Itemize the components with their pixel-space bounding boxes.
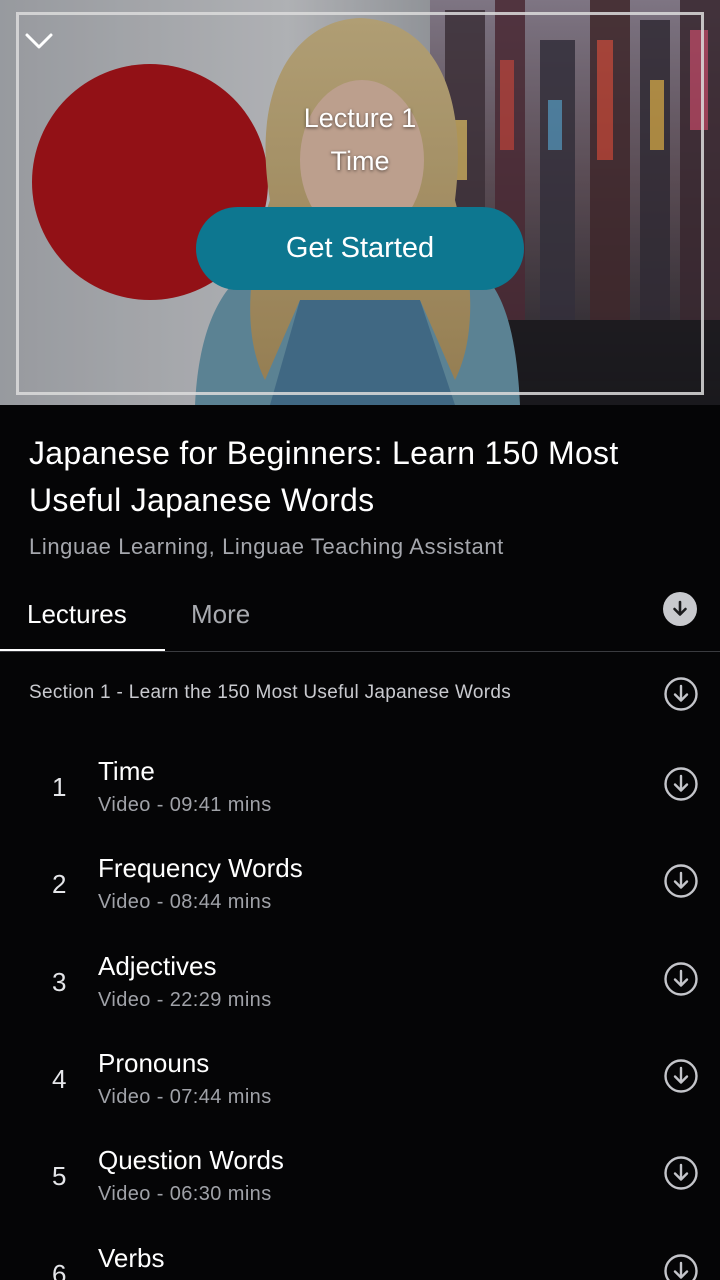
lecture-number: 1 bbox=[52, 772, 67, 802]
download-icon bbox=[664, 864, 698, 898]
download-icon bbox=[664, 1254, 698, 1280]
lecture-item[interactable]: 4 Pronouns Video - 07:44 mins bbox=[0, 1036, 720, 1126]
lecture-meta: Video - 09:41 mins bbox=[98, 794, 272, 816]
lecture-item[interactable]: 5 Question Words Video - 06:30 mins bbox=[0, 1133, 720, 1223]
hero-frame bbox=[16, 12, 704, 395]
download-all-button[interactable] bbox=[663, 592, 697, 626]
course-authors: Linguae Learning, Linguae Teaching Assis… bbox=[29, 534, 504, 559]
download-icon bbox=[664, 677, 698, 711]
tab-lectures[interactable]: Lectures bbox=[27, 599, 127, 630]
current-lecture-title: Time bbox=[330, 146, 390, 176]
course-hero[interactable]: Lecture 1 Time Get Started bbox=[0, 0, 720, 405]
lecture-number: 6 bbox=[52, 1259, 67, 1280]
lecture-item[interactable]: 2 Frequency Words Video - 08:44 mins bbox=[0, 841, 720, 931]
lecture-title: Verbs bbox=[98, 1243, 165, 1273]
lecture-meta: Video - 07:44 mins bbox=[98, 1086, 272, 1108]
chevron-down-icon bbox=[25, 33, 53, 49]
section-title: Section 1 - Learn the 150 Most Useful Ja… bbox=[29, 682, 512, 703]
lecture-download-button[interactable] bbox=[663, 1253, 699, 1280]
download-icon bbox=[664, 962, 698, 996]
download-icon bbox=[664, 767, 698, 801]
lecture-title: Adjectives bbox=[98, 951, 217, 981]
lecture-title: Time bbox=[98, 756, 155, 786]
lecture-meta: Video - 08:44 mins bbox=[98, 891, 272, 913]
tab-more[interactable]: More bbox=[191, 599, 250, 630]
get-started-button[interactable]: Get Started bbox=[196, 207, 524, 290]
download-icon bbox=[664, 1059, 698, 1093]
current-lecture-number: Lecture 1 bbox=[303, 103, 417, 133]
lecture-meta: Video - 22:29 mins bbox=[98, 989, 272, 1011]
lecture-download-button[interactable] bbox=[663, 863, 699, 899]
lecture-number: 4 bbox=[52, 1064, 67, 1094]
lecture-download-button[interactable] bbox=[663, 1058, 699, 1094]
lecture-title: Question Words bbox=[98, 1145, 284, 1175]
collapse-button[interactable] bbox=[22, 26, 56, 56]
section-header: Section 1 - Learn the 150 Most Useful Ja… bbox=[0, 672, 720, 718]
course-title: Japanese for Beginners: Learn 150 Most U… bbox=[29, 435, 619, 518]
lecture-download-button[interactable] bbox=[663, 961, 699, 997]
lecture-number: 2 bbox=[52, 869, 67, 899]
lecture-download-button[interactable] bbox=[663, 1155, 699, 1191]
lecture-item[interactable]: 1 Time Video - 09:41 mins bbox=[0, 744, 720, 834]
lecture-number: 5 bbox=[52, 1161, 67, 1191]
lecture-download-button[interactable] bbox=[663, 766, 699, 802]
tabs-divider bbox=[0, 651, 720, 652]
lecture-meta: Video - 06:30 mins bbox=[98, 1183, 272, 1205]
section-download-button[interactable] bbox=[663, 676, 699, 712]
lecture-item[interactable]: 3 Adjectives Video - 22:29 mins bbox=[0, 939, 720, 1029]
lecture-number: 3 bbox=[52, 967, 67, 997]
course-tabs: Lectures More bbox=[0, 585, 720, 652]
download-icon bbox=[664, 1156, 698, 1190]
lecture-item[interactable]: 6 Verbs bbox=[0, 1231, 720, 1280]
lecture-title: Pronouns bbox=[98, 1048, 210, 1078]
lecture-title: Frequency Words bbox=[98, 853, 303, 883]
download-icon bbox=[673, 600, 687, 616]
